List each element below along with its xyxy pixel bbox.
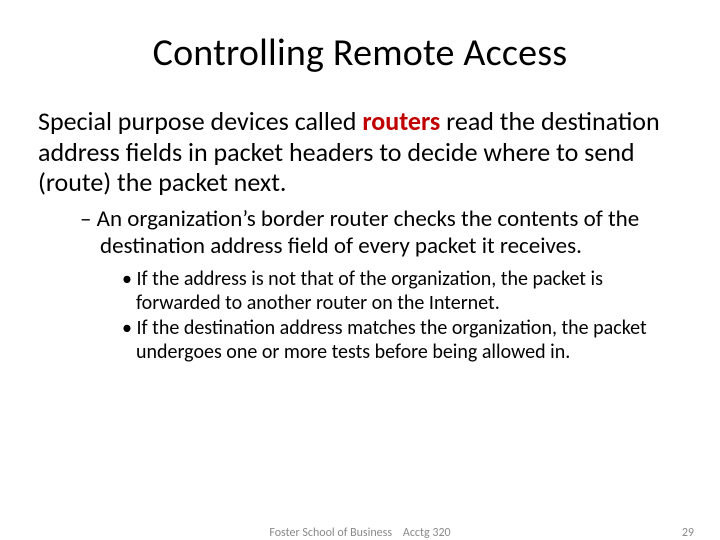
footer-org: Foster School of Business bbox=[269, 526, 392, 540]
page-number: 29 bbox=[682, 526, 694, 540]
body-lead: Special purpose devices called bbox=[38, 105, 362, 137]
footer-course: Acctg 320 bbox=[403, 526, 451, 540]
slide-title: Controlling Remote Access bbox=[32, 30, 688, 76]
body-emphasis: routers bbox=[362, 105, 440, 137]
sub-bullet-2-group: If the address is not that of the organi… bbox=[122, 268, 678, 364]
body-paragraph: Special purpose devices called routers r… bbox=[38, 106, 682, 198]
footer-center: Foster School of Business Acctg 320 bbox=[269, 526, 450, 540]
sub-bullet-2b: If the destination address matches the o… bbox=[122, 317, 678, 364]
slide: Controlling Remote Access Special purpos… bbox=[0, 0, 720, 540]
sub-bullet-2a: If the address is not that of the organi… bbox=[122, 268, 678, 315]
sub-bullet-1: An organization’s border router checks t… bbox=[80, 206, 678, 260]
